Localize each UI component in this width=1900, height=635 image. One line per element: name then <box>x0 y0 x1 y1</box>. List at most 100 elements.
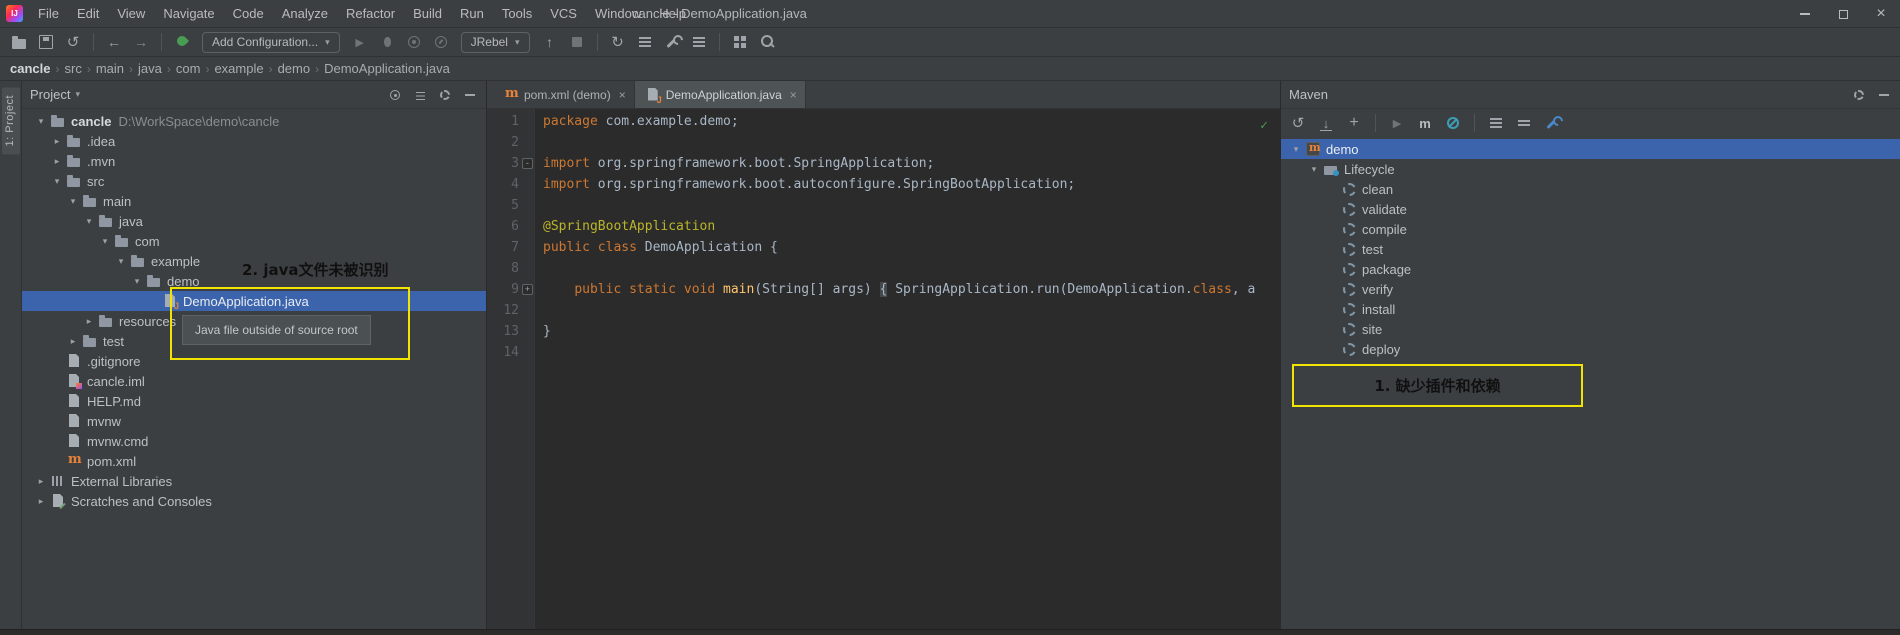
code-line[interactable]: 2 <box>487 132 1280 153</box>
sync-icon[interactable] <box>62 31 84 53</box>
expand-arrow-icon[interactable]: ▸ <box>34 476 48 487</box>
jrebel-dropdown[interactable]: JRebel ▾ <box>460 31 530 53</box>
run-icon[interactable] <box>349 31 371 53</box>
search-icon[interactable] <box>756 31 778 53</box>
tree-item-validate[interactable]: validate <box>1281 199 1900 219</box>
fold-icon[interactable]: + <box>522 284 533 295</box>
breadcrumb-item-demoapplication-java[interactable]: DemoApplication.java <box>322 61 452 76</box>
tree-item-mvn[interactable]: ▸ .mvn <box>22 151 486 171</box>
tree-item-external-libraries[interactable]: ▸ External Libraries <box>22 471 486 491</box>
tree-item-test[interactable]: test <box>1281 239 1900 259</box>
execute-goal-icon[interactable] <box>1414 112 1436 134</box>
expand-arrow-icon[interactable]: ▾ <box>82 216 96 227</box>
close-button[interactable]: × <box>1862 0 1900 28</box>
expand-arrow-icon[interactable]: ▾ <box>130 276 144 287</box>
open-icon[interactable] <box>8 31 30 53</box>
structure-icon[interactable] <box>688 31 710 53</box>
breadcrumb-item-cancle[interactable]: cancle <box>8 61 52 76</box>
tree-item-deploy[interactable]: deploy <box>1281 339 1900 359</box>
menu-refactor[interactable]: Refactor <box>337 0 404 27</box>
code-line[interactable]: 1 package com.example.demo; <box>487 111 1280 132</box>
tree-item-java[interactable]: ▾ java <box>22 211 486 231</box>
code-line[interactable]: 7 public class DemoApplication { <box>487 237 1280 258</box>
download-sources-icon[interactable] <box>1315 112 1337 134</box>
menu-code[interactable]: Code <box>224 0 273 27</box>
expand-arrow-icon[interactable]: ▸ <box>50 156 64 167</box>
code-line[interactable]: 12 <box>487 300 1280 321</box>
collapse-panel-icon[interactable] <box>412 87 428 103</box>
expand-arrow-icon[interactable]: ▾ <box>1307 164 1321 175</box>
expand-arrow-icon[interactable]: ▾ <box>34 116 48 127</box>
tree-item-package[interactable]: package <box>1281 259 1900 279</box>
tree-item-com[interactable]: ▾ com <box>22 231 486 251</box>
expand-arrow-icon[interactable]: ▸ <box>34 496 48 507</box>
tree-item-compile[interactable]: compile <box>1281 219 1900 239</box>
menu-view[interactable]: View <box>108 0 154 27</box>
expand-all-icon[interactable] <box>1485 112 1507 134</box>
forward-icon[interactable] <box>130 31 152 53</box>
maven-settings-icon[interactable] <box>1541 112 1563 134</box>
jrebel-enable-icon[interactable] <box>171 31 193 53</box>
back-icon[interactable] <box>103 31 125 53</box>
menu-file[interactable]: File <box>29 0 68 27</box>
coverage-icon[interactable] <box>403 31 425 53</box>
tree-item-pom-xml[interactable]: pom.xml <box>22 451 486 471</box>
tree-item-clean[interactable]: clean <box>1281 179 1900 199</box>
collapse-all-icon[interactable] <box>1513 112 1535 134</box>
expand-arrow-icon[interactable]: ▸ <box>50 136 64 147</box>
expand-arrow-icon[interactable]: ▾ <box>98 236 112 247</box>
run-goal-icon[interactable] <box>1386 112 1408 134</box>
close-icon[interactable]: × <box>619 88 626 102</box>
settings-icon[interactable] <box>1851 87 1867 103</box>
breadcrumb-item-com[interactable]: com <box>174 61 203 76</box>
layout-icon[interactable] <box>729 31 751 53</box>
breadcrumb-item-example[interactable]: example <box>212 61 265 76</box>
code-line[interactable]: 9 + public static void main(String[] args… <box>487 279 1280 300</box>
restart-icon[interactable] <box>607 31 629 53</box>
menu-build[interactable]: Build <box>404 0 451 27</box>
maximize-button[interactable] <box>1824 0 1862 28</box>
expand-arrow-icon[interactable]: ▾ <box>50 176 64 187</box>
wrench-icon[interactable] <box>661 31 683 53</box>
stop-icon[interactable] <box>566 31 588 53</box>
add-configuration-dropdown[interactable]: Add Configuration... ▾ <box>202 31 340 53</box>
code-line[interactable]: 4 import org.springframework.boot.autocon… <box>487 174 1280 195</box>
minimize-button[interactable] <box>1786 0 1824 28</box>
breadcrumb-item-main[interactable]: main <box>94 61 126 76</box>
menu-run[interactable]: Run <box>451 0 493 27</box>
add-icon[interactable] <box>1343 112 1365 134</box>
debug-icon[interactable] <box>376 31 398 53</box>
tree-item-src[interactable]: ▾ src <box>22 171 486 191</box>
breadcrumb-item-src[interactable]: src <box>62 61 83 76</box>
chevron-down-icon[interactable]: ▾ <box>75 89 80 100</box>
menu-vcs[interactable]: VCS <box>541 0 586 27</box>
skip-tests-icon[interactable] <box>1442 112 1464 134</box>
tree-item-idea[interactable]: ▸ .idea <box>22 131 486 151</box>
code-line[interactable]: 5 <box>487 195 1280 216</box>
tree-item-mvnw-cmd[interactable]: mvnw.cmd <box>22 431 486 451</box>
code-line[interactable]: 3- import org.springframework.boot.Spring… <box>487 153 1280 174</box>
settings-icon[interactable] <box>437 87 453 103</box>
tree-item-verify[interactable]: verify <box>1281 279 1900 299</box>
menu-navigate[interactable]: Navigate <box>154 0 223 27</box>
hide-icon[interactable] <box>462 87 478 103</box>
tree-item-main[interactable]: ▾ main <box>22 191 486 211</box>
sliders-icon[interactable] <box>634 31 656 53</box>
tree-item-install[interactable]: install <box>1281 299 1900 319</box>
close-icon[interactable]: × <box>790 88 797 102</box>
tree-item-scratches-and-consoles[interactable]: ▸ Scratches and Consoles <box>22 491 486 511</box>
refresh-icon[interactable] <box>1287 112 1309 134</box>
hide-icon[interactable] <box>1876 87 1892 103</box>
expand-arrow-icon[interactable]: ▸ <box>66 336 80 347</box>
menu-analyze[interactable]: Analyze <box>273 0 337 27</box>
editor-body[interactable]: 1 package com.example.demo; 2 3- import org.… <box>487 109 1280 629</box>
expand-arrow-icon[interactable]: ▾ <box>66 196 80 207</box>
save-icon[interactable] <box>35 31 57 53</box>
editor-tab-demoapplication-java[interactable]: DemoApplication.java × <box>634 81 806 108</box>
code-line[interactable]: 6 @SpringBootApplication <box>487 216 1280 237</box>
attach-icon[interactable] <box>539 31 561 53</box>
tree-item-mvnw[interactable]: mvnw <box>22 411 486 431</box>
profiler-icon[interactable] <box>430 31 452 53</box>
tree-item-cancle-iml[interactable]: cancle.iml <box>22 371 486 391</box>
code-line[interactable]: 14 <box>487 342 1280 363</box>
